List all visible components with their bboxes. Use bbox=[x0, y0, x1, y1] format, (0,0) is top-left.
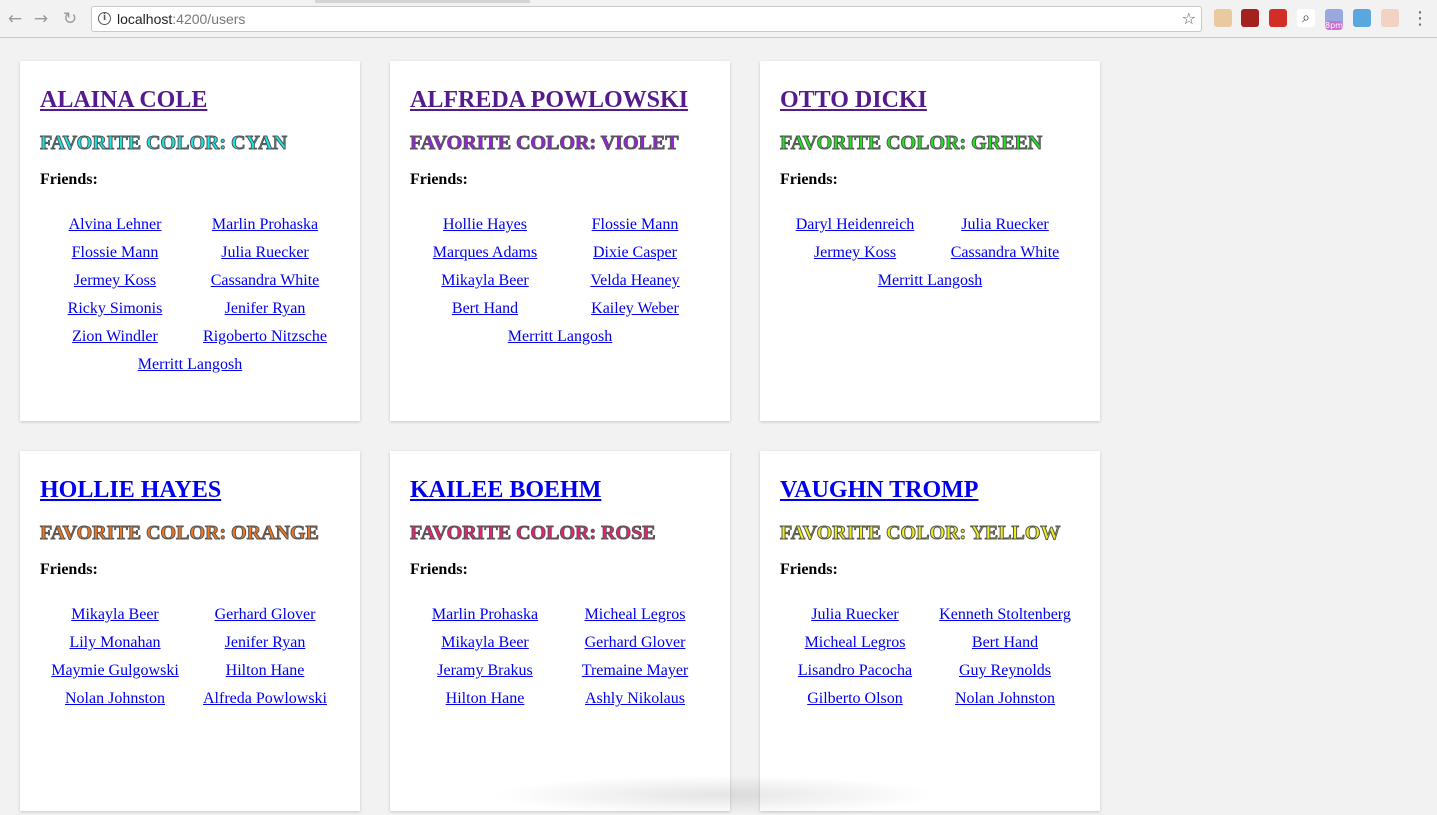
friend-link[interactable]: Daryl Heidenreich bbox=[780, 211, 930, 239]
friend-link[interactable]: Nolan Johnston bbox=[40, 685, 190, 713]
friend-link[interactable]: Guy Reynolds bbox=[930, 657, 1080, 685]
user-card: VAUGHN TROMP FAVORITE COLOR: YELLOW Friend… bbox=[760, 451, 1100, 811]
url-text[interactable]: localhost:4200/users bbox=[117, 11, 245, 27]
friend-link[interactable]: Jeramy Brakus bbox=[410, 657, 560, 685]
user-card: OTTO DICKI FAVORITE COLOR: GREEN Friends: D… bbox=[760, 61, 1100, 421]
user-name-link[interactable]: ALFREDA POWLOWSKI bbox=[410, 83, 688, 117]
user-name-link[interactable]: OTTO DICKI bbox=[780, 83, 927, 117]
friend-link[interactable]: Rigoberto Nitzsche bbox=[190, 323, 340, 351]
friend-link[interactable]: Gerhard Glover bbox=[190, 601, 340, 629]
info-icon[interactable]: i bbox=[98, 12, 111, 25]
friend-link[interactable]: Kenneth Stoltenberg bbox=[930, 601, 1080, 629]
friend-link[interactable]: Nolan Johnston bbox=[930, 685, 1080, 713]
friend-link[interactable]: Lily Monahan bbox=[40, 629, 190, 657]
friend-link[interactable]: Marques Adams bbox=[410, 239, 560, 267]
friend-link[interactable]: Bert Hand bbox=[930, 629, 1080, 657]
friends-label: Friends: bbox=[410, 171, 468, 188]
user-name-link[interactable]: ALAINA COLE bbox=[40, 83, 207, 117]
friend-link[interactable]: Dixie Casper bbox=[560, 239, 710, 267]
friend-link[interactable]: Kailey Weber bbox=[560, 295, 710, 323]
back-arrow-icon[interactable]: ← bbox=[5, 9, 25, 29]
friend-link[interactable]: Gilberto Olson bbox=[780, 685, 930, 713]
friends-label: Friends: bbox=[40, 171, 98, 188]
friend-link[interactable]: Lisandro Pacocha bbox=[780, 657, 930, 685]
friend-link[interactable]: Alvina Lehner bbox=[40, 211, 190, 239]
friend-link[interactable]: Velda Heaney bbox=[560, 267, 710, 295]
browser-toolbar: ← → ↻ i localhost:4200/users ☆ ⌕ 8pm ⋮ bbox=[0, 0, 1437, 38]
friend-link[interactable]: Merritt Langosh bbox=[410, 323, 710, 351]
friend-link[interactable]: Maymie Gulgowski bbox=[40, 657, 190, 685]
friend-link[interactable]: Flossie Mann bbox=[560, 211, 710, 239]
friend-link[interactable]: Jermey Koss bbox=[780, 239, 930, 267]
zoom-icon[interactable]: ⌕ bbox=[1297, 9, 1315, 27]
friend-link[interactable]: Alfreda Powlowski bbox=[190, 685, 340, 713]
friend-link[interactable]: Hollie Hayes bbox=[410, 211, 560, 239]
friend-link[interactable]: Bert Hand bbox=[410, 295, 560, 323]
active-tab-indicator bbox=[315, 0, 530, 3]
friend-link[interactable]: Gerhard Glover bbox=[560, 629, 710, 657]
friend-link[interactable]: Jenifer Ryan bbox=[190, 629, 340, 657]
friend-link[interactable]: Cassandra White bbox=[190, 267, 340, 295]
friend-link[interactable]: Zion Windler bbox=[40, 323, 190, 351]
friend-link[interactable]: Mikayla Beer bbox=[410, 267, 560, 295]
friend-link[interactable]: Jenifer Ryan bbox=[190, 295, 340, 323]
friend-link[interactable]: Marlin Prohaska bbox=[190, 211, 340, 239]
user-card: KAILEE BOEHM FAVORITE COLOR: ROSE Friends:… bbox=[390, 451, 730, 811]
friend-link[interactable]: Julia Ruecker bbox=[190, 239, 340, 267]
favorite-color-heading: FAVORITE COLOR: YELLOW bbox=[780, 522, 1061, 545]
friends-list: Mikayla Beer Gerhard Glover Lily Monahan Je… bbox=[40, 601, 340, 713]
user-card: ALAINA COLE FAVORITE COLOR: CYAN Friends: A… bbox=[20, 61, 360, 421]
user-name-link[interactable]: KAILEE BOEHM bbox=[410, 473, 601, 507]
friend-link[interactable]: Flossie Mann bbox=[40, 239, 190, 267]
friend-link[interactable]: Hilton Hane bbox=[190, 657, 340, 685]
friend-link[interactable]: Micheal Legros bbox=[780, 629, 930, 657]
friend-link[interactable]: Tremaine Mayer bbox=[560, 657, 710, 685]
friends-list: Marlin Prohaska Micheal Legros Mikayla Bee… bbox=[410, 601, 710, 713]
friends-list: Julia Ruecker Kenneth Stoltenberg Micheal … bbox=[780, 601, 1080, 713]
bookmark-star-icon[interactable]: ☆ bbox=[1182, 9, 1196, 28]
friend-link[interactable]: Jermey Koss bbox=[40, 267, 190, 295]
calendar-badge-label: 8pm bbox=[1325, 21, 1343, 30]
user-name-link[interactable]: HOLLIE HAYES bbox=[40, 473, 221, 507]
friend-link[interactable]: Mikayla Beer bbox=[40, 601, 190, 629]
user-card: ALFREDA POWLOWSKI FAVORITE COLOR: VIOLET F… bbox=[390, 61, 730, 421]
menu-kebab-icon[interactable]: ⋮ bbox=[1410, 9, 1430, 29]
friend-link[interactable]: Merritt Langosh bbox=[780, 267, 1080, 295]
friend-link[interactable]: Julia Ruecker bbox=[930, 211, 1080, 239]
friend-link[interactable]: Julia Ruecker bbox=[780, 601, 930, 629]
favorite-color-heading: FAVORITE COLOR: ROSE bbox=[410, 522, 657, 545]
friend-link[interactable]: Ricky Simonis bbox=[40, 295, 190, 323]
friend-link[interactable]: Cassandra White bbox=[930, 239, 1080, 267]
friends-label: Friends: bbox=[40, 561, 98, 578]
friends-label: Friends: bbox=[410, 561, 468, 578]
window-icon[interactable] bbox=[1353, 9, 1371, 27]
avatar-extension-icon[interactable] bbox=[1381, 9, 1399, 27]
friend-link[interactable]: Hilton Hane bbox=[410, 685, 560, 713]
friend-link[interactable]: Micheal Legros bbox=[560, 601, 710, 629]
address-bar[interactable]: i localhost:4200/users ☆ bbox=[91, 6, 1202, 32]
favorite-color-heading: FAVORITE COLOR: GREEN bbox=[780, 132, 1043, 155]
friends-label: Friends: bbox=[780, 171, 838, 188]
friends-list: Daryl Heidenreich Julia Ruecker Jermey Kos… bbox=[780, 211, 1080, 295]
friends-list: Alvina Lehner Marlin Prohaska Flossie Mann… bbox=[40, 211, 340, 379]
friends-label: Friends: bbox=[780, 561, 838, 578]
lastpass-icon[interactable] bbox=[1269, 9, 1287, 27]
reload-icon[interactable]: ↻ bbox=[60, 9, 80, 29]
friend-link[interactable]: Ashly Nikolaus bbox=[560, 685, 710, 713]
friend-link[interactable]: Marlin Prohaska bbox=[410, 601, 560, 629]
friends-list: Hollie Hayes Flossie Mann Marques Adams Dix… bbox=[410, 211, 710, 351]
forward-arrow-icon[interactable]: → bbox=[31, 9, 51, 29]
favorite-color-heading: FAVORITE COLOR: CYAN bbox=[40, 132, 288, 155]
url-host: localhost bbox=[117, 11, 173, 27]
user-name-link[interactable]: VAUGHN TROMP bbox=[780, 473, 978, 507]
friend-link[interactable]: Merritt Langosh bbox=[40, 351, 340, 379]
ublock-origin-icon[interactable] bbox=[1241, 9, 1259, 27]
friend-link[interactable]: Mikayla Beer bbox=[410, 629, 560, 657]
face-extension-icon[interactable] bbox=[1214, 9, 1232, 27]
favorite-color-heading: FAVORITE COLOR: ORANGE bbox=[40, 522, 320, 545]
url-path: :4200/users bbox=[172, 11, 246, 27]
favorite-color-heading: FAVORITE COLOR: VIOLET bbox=[410, 132, 680, 155]
calendar-icon[interactable]: 8pm bbox=[1325, 9, 1343, 30]
user-card: HOLLIE HAYES FAVORITE COLOR: ORANGE Friend… bbox=[20, 451, 360, 811]
